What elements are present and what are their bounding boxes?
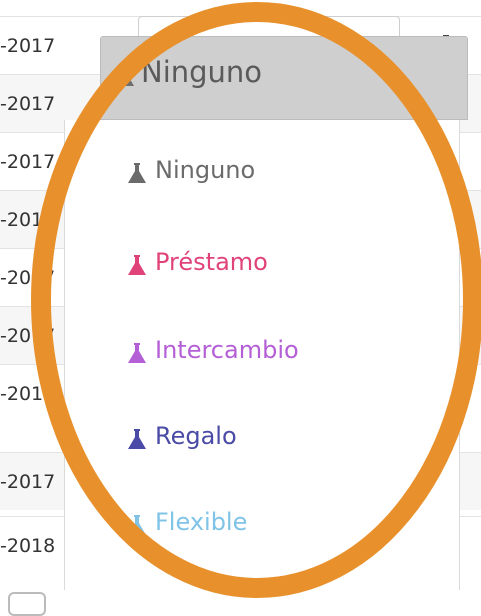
option-label: Intercambio <box>155 336 299 364</box>
row-date: -2018 <box>0 535 56 557</box>
option-label: Préstamo <box>155 248 268 276</box>
row-date: -2017 <box>0 267 56 289</box>
row-date: -2017 <box>0 471 56 493</box>
row-date: -2017 <box>0 209 56 231</box>
flask-icon <box>128 255 146 275</box>
row-date: -2017 <box>0 383 56 405</box>
select-value: Ninguno <box>141 55 263 89</box>
option-label: Ninguno <box>155 156 256 184</box>
flask-icon <box>128 163 146 183</box>
option-label: Regalo <box>155 422 237 450</box>
flask-icon <box>128 343 146 363</box>
row-date: -2017 <box>0 325 56 347</box>
option-label: Flexible <box>155 508 248 536</box>
type-select[interactable]: Ninguno <box>100 36 468 120</box>
row-date: -2017 <box>0 151 56 173</box>
flask-icon <box>128 515 146 535</box>
flask-icon <box>116 66 134 86</box>
row-date: -2017 <box>0 93 56 115</box>
dropdown-menu: Ninguno Préstamo Intercambio Regalo Flex… <box>64 120 460 590</box>
row-date: -2017 <box>0 35 56 57</box>
flask-icon <box>128 429 146 449</box>
checkbox[interactable] <box>8 592 46 616</box>
